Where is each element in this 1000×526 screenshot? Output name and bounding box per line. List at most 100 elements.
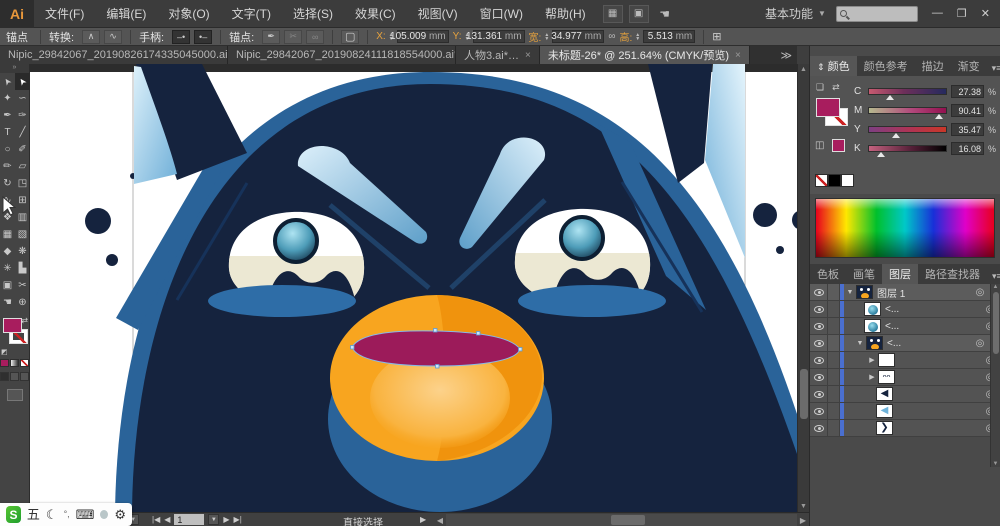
lasso-tool[interactable]: ∽	[15, 90, 30, 107]
black-value-field[interactable]: 16.08	[951, 142, 984, 155]
dot-shape[interactable]	[85, 208, 111, 234]
menu-select[interactable]: 选择(S)	[282, 0, 344, 28]
paintbrush-tool[interactable]: ✐	[15, 141, 30, 158]
last-color-swatch[interactable]	[832, 139, 845, 152]
touch-workspace-icon[interactable]: ☚	[655, 5, 675, 23]
tab-stroke[interactable]: 描边	[915, 56, 951, 76]
yellow-slider[interactable]	[868, 126, 947, 133]
visibility-toggle[interactable]	[810, 386, 828, 402]
swap-fill-stroke-icon[interactable]: ⇄	[21, 316, 28, 325]
scroll-left-icon[interactable]: ◀	[434, 516, 446, 525]
tab-pathfinder[interactable]: 路径查找器	[918, 264, 987, 284]
slice-tool[interactable]: ✂	[15, 277, 30, 294]
doc-tab-4-active[interactable]: 未标题-26* @ 251.64% (CMYK/预览) ×	[540, 46, 750, 64]
none-button[interactable]	[20, 359, 29, 367]
artboard-number-field[interactable]: 1	[174, 514, 204, 525]
menu-effect[interactable]: 效果(C)	[344, 0, 407, 28]
layers-scrollbar[interactable]: ▲ ▼	[990, 284, 1000, 467]
layer-row-2[interactable]: <... ◎	[810, 301, 1000, 318]
fill-color-swatch[interactable]	[3, 318, 22, 333]
isolate-selection-icon[interactable]: ▢	[341, 30, 359, 44]
x-field[interactable]: 105.009 mm	[397, 30, 449, 43]
draw-normal-mode-button[interactable]	[0, 372, 9, 381]
yellow-value-field[interactable]: 35.47	[951, 123, 984, 136]
layer-row-8[interactable]: ◀ ◎	[810, 403, 1000, 420]
menu-view[interactable]: 视图(V)	[407, 0, 469, 28]
visibility-toggle[interactable]	[810, 403, 828, 419]
selection-tool[interactable]: ➤	[0, 73, 15, 90]
hscroll-track[interactable]	[446, 514, 797, 526]
hscroll-thumb[interactable]	[611, 515, 645, 525]
prev-artboard-button[interactable]: ◀	[164, 515, 170, 524]
gradient-tool[interactable]: ▧	[15, 226, 30, 243]
line-segment-tool[interactable]: ╱	[15, 124, 30, 141]
app-logo[interactable]: Ai	[0, 0, 34, 28]
close-icon[interactable]: ×	[735, 50, 741, 61]
lock-toggle[interactable]	[828, 301, 840, 317]
black-slider[interactable]	[868, 145, 947, 152]
lock-toggle[interactable]	[828, 369, 840, 385]
scroll-down-icon[interactable]: ▼	[798, 501, 809, 512]
sogou-logo[interactable]: S	[6, 506, 21, 523]
visibility-toggle[interactable]	[810, 420, 828, 436]
swap-fill-stroke-icon[interactable]: ⇄	[832, 82, 840, 93]
last-artboard-button[interactable]: ▶|	[234, 515, 242, 524]
height-stepper[interactable]: ▲▼	[634, 33, 641, 41]
draw-inside-mode-button[interactable]	[20, 372, 29, 381]
lock-toggle[interactable]	[828, 386, 840, 402]
color-spectrum-ramp[interactable]	[815, 198, 995, 258]
bridge-icon[interactable]: ▦	[603, 5, 623, 23]
tab-gradient[interactable]: 渐变	[951, 56, 987, 76]
magenta-value-field[interactable]: 90.41	[951, 104, 984, 117]
color-button[interactable]	[0, 359, 9, 367]
hand-tool[interactable]: ☚	[0, 294, 15, 311]
type-tool[interactable]: T	[0, 124, 15, 141]
convert-smooth-button[interactable]: ∿	[104, 30, 122, 44]
menu-help[interactable]: 帮助(H)	[534, 0, 597, 28]
visibility-toggle[interactable]	[810, 352, 828, 368]
dot-shape[interactable]	[776, 246, 784, 254]
menu-type[interactable]: 文字(T)	[221, 0, 282, 28]
first-artboard-button[interactable]: |◀	[152, 515, 160, 524]
default-fill-stroke-icon[interactable]: ◩	[1, 348, 8, 356]
doc-tab-3[interactable]: 人物3.ai*… ×	[456, 46, 540, 64]
doc-tab-1[interactable]: Nipic_29842067_20190826174335045000.ai* …	[0, 46, 228, 64]
dot-shape[interactable]	[106, 254, 118, 266]
tab-swatches[interactable]: 色板	[810, 264, 846, 284]
show-handles-button[interactable]: –•	[172, 30, 190, 44]
none-swatch[interactable]	[815, 174, 828, 187]
symbol-sprayer-tool[interactable]: ✳	[0, 260, 15, 277]
lock-toggle[interactable]	[828, 318, 840, 334]
layer-row-1[interactable]: ▼ 图层 1 ◎	[810, 284, 1000, 301]
tab-layers[interactable]: 图层	[882, 264, 918, 284]
graph-tool[interactable]: ▙	[15, 260, 30, 277]
expand-icon[interactable]: ▶	[866, 373, 878, 381]
tab-color-guide[interactable]: 颜色参考	[857, 56, 915, 76]
lock-toggle[interactable]	[828, 284, 840, 300]
visibility-toggle[interactable]	[810, 335, 828, 351]
y-field[interactable]: 131.361 mm	[473, 30, 525, 43]
zoom-tool[interactable]: ⊕	[15, 294, 30, 311]
layer-row-6[interactable]: ▶ ᴖᴖ ◎	[810, 369, 1000, 386]
width-stepper[interactable]: ▲▼	[543, 33, 550, 41]
lock-toggle[interactable]	[828, 403, 840, 419]
panel-menu-icon[interactable]: ▾≡	[987, 61, 1000, 76]
ellipse-tool[interactable]: ○	[0, 141, 15, 158]
lock-toggle[interactable]	[828, 335, 840, 351]
tools-collapse-button[interactable]: »	[0, 64, 29, 73]
width-field[interactable]: 34.977 mm	[552, 30, 604, 43]
punctuation-toggle[interactable]: °,	[64, 510, 70, 519]
wrench-icon[interactable]: ⚙	[114, 508, 126, 521]
web-cube-icon[interactable]: ◫	[815, 140, 824, 151]
gradient-button[interactable]	[10, 359, 19, 367]
draw-behind-mode-button[interactable]	[10, 372, 19, 381]
lock-toggle[interactable]	[828, 352, 840, 368]
visibility-toggle[interactable]	[810, 318, 828, 334]
right-cheek-shape[interactable]	[518, 285, 666, 317]
visibility-toggle[interactable]	[810, 284, 828, 300]
height-field[interactable]: 5.513 mm	[643, 30, 695, 43]
artboard-dropdown-icon[interactable]: ▼	[208, 514, 219, 525]
artboard-tool[interactable]: ▣	[0, 277, 15, 294]
white-swatch[interactable]	[841, 174, 854, 187]
scroll-right-icon[interactable]: ▶	[797, 516, 809, 525]
